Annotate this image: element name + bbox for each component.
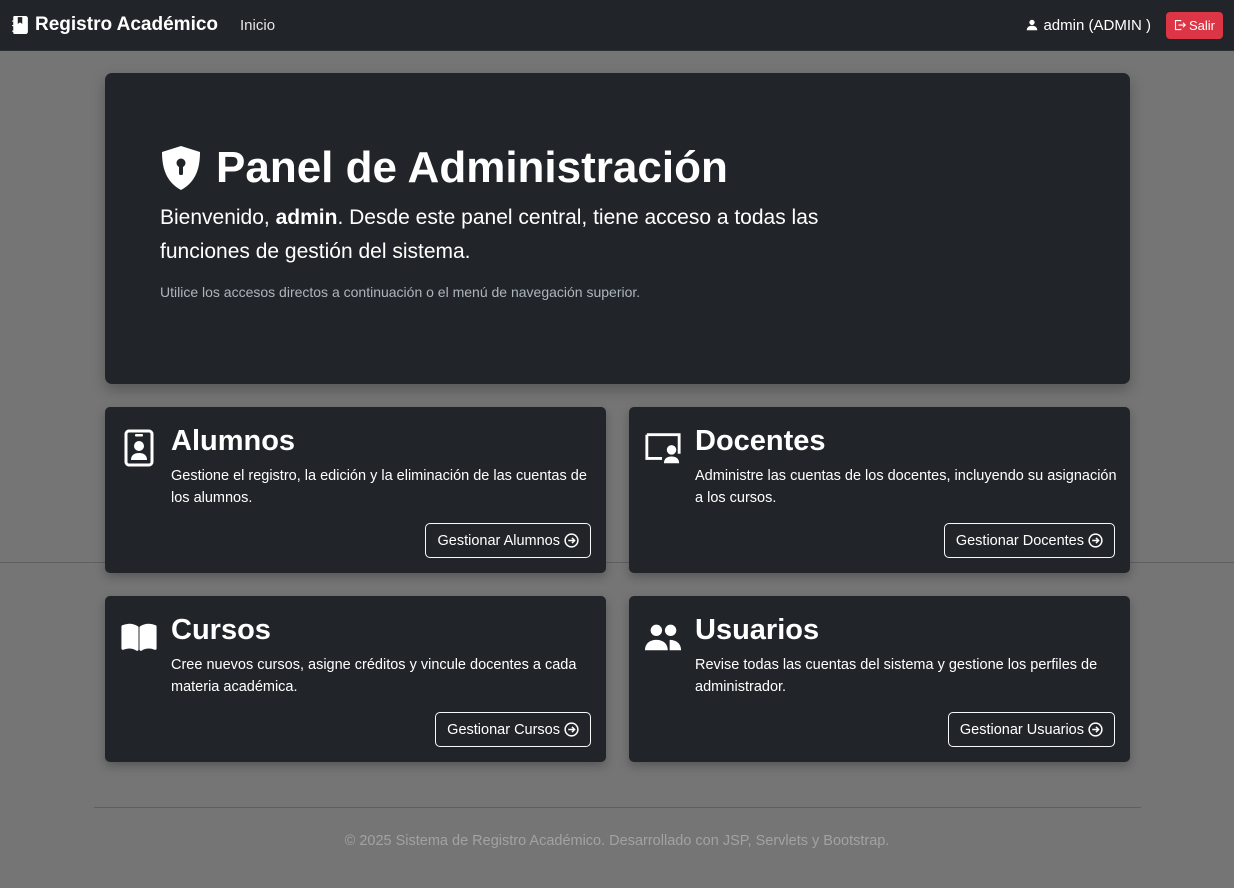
- footer-copyright: © 2025 Sistema de Registro Académico. De…: [344, 833, 890, 849]
- card-title: Cursos: [171, 614, 271, 646]
- welcome-prefix: Bienvenido,: [160, 206, 270, 229]
- card-description: Revise todas las cuentas del sistema y g…: [695, 657, 1098, 695]
- shield-lock-icon: [160, 145, 202, 191]
- welcome-text: Bienvenido, admin. Desde este panel cent…: [160, 201, 880, 269]
- book-icon: [120, 618, 158, 656]
- navbar-right: admin (ADMIN ) Salir: [1026, 11, 1223, 39]
- manage-usuarios-button[interactable]: Gestionar Usuarios: [947, 712, 1115, 747]
- card-alumnos: Alumnos Gestione el registro, la edición…: [105, 407, 606, 573]
- footer-divider: [94, 807, 1141, 808]
- manage-docentes-button[interactable]: Gestionar Docentes: [943, 523, 1115, 558]
- brand-link[interactable]: Registro Académico: [11, 14, 218, 36]
- hero-note: Utilice los accesos directos a continuac…: [160, 284, 641, 300]
- arrow-right-circle-icon: [1088, 722, 1103, 737]
- logout-label: Salir: [1188, 17, 1215, 33]
- card-cursos: Cursos Cree nuevos cursos, asigne crédit…: [105, 596, 606, 762]
- arrow-right-circle-icon: [564, 722, 579, 737]
- button-label: Gestionar Alumnos: [437, 532, 560, 549]
- card-description: Cree nuevos cursos, asigne créditos y vi…: [171, 657, 577, 695]
- button-label: Gestionar Docentes: [955, 532, 1084, 549]
- top-navbar: Registro Académico Inicio admin (ADMIN )…: [0, 0, 1234, 51]
- card-title: Alumnos: [171, 425, 296, 457]
- button-label: Gestionar Usuarios: [959, 721, 1084, 738]
- people-icon: [644, 618, 682, 656]
- card-title: Docentes: [695, 425, 826, 457]
- manage-cursos-button[interactable]: Gestionar Cursos: [435, 712, 591, 747]
- button-label: Gestionar Cursos: [447, 721, 560, 738]
- user-label: admin (ADMIN ): [1043, 16, 1151, 34]
- arrow-right-circle-icon: [1088, 533, 1103, 548]
- journal-bookmark-icon: [11, 16, 29, 34]
- logout-button[interactable]: Salir: [1165, 11, 1223, 39]
- card-description: Administre las cuentas de los docentes, …: [695, 468, 1117, 506]
- box-arrow-right-icon: [1174, 19, 1186, 31]
- card-docentes: Docentes Administre las cuentas de los d…: [629, 407, 1130, 573]
- person-icon: [1026, 19, 1038, 31]
- arrow-right-circle-icon: [564, 533, 579, 548]
- admin-hero-panel: Panel de Administración Bienvenido, admi…: [105, 73, 1130, 384]
- welcome-username: admin: [275, 206, 338, 229]
- person-video-icon: [644, 429, 682, 467]
- person-badge-icon: [120, 429, 158, 467]
- brand-title: Registro Académico: [35, 14, 219, 35]
- card-description: Gestione el registro, la edición y la el…: [171, 468, 587, 506]
- card-title: Usuarios: [695, 614, 820, 646]
- page-title-text: Panel de Administración: [216, 143, 728, 192]
- page-title: Panel de Administración: [160, 143, 728, 193]
- user-info: admin (ADMIN ): [1026, 17, 1151, 34]
- manage-alumnos-button[interactable]: Gestionar Alumnos: [425, 523, 591, 558]
- card-usuarios: Usuarios Revise todas las cuentas del si…: [629, 596, 1130, 762]
- nav-link-inicio[interactable]: Inicio: [240, 17, 275, 34]
